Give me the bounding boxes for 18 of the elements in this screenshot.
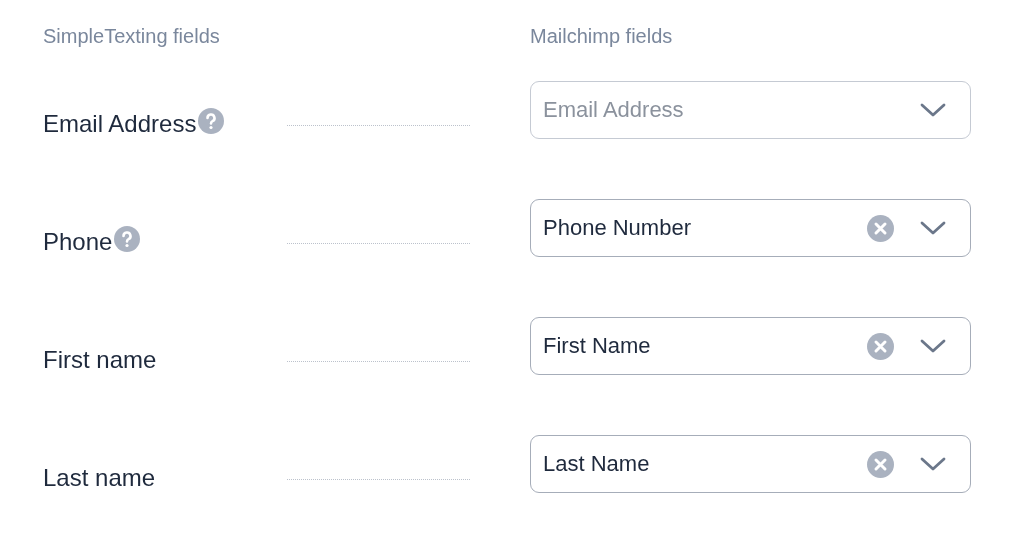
chevron-down-icon[interactable] — [920, 102, 946, 118]
field-label: Phone — [43, 228, 113, 256]
field-label: Email Address — [43, 110, 197, 138]
field-label: Last name — [43, 464, 156, 492]
chevron-down-icon[interactable] — [920, 456, 946, 472]
clear-icon[interactable] — [867, 450, 894, 478]
chevron-down-icon[interactable] — [920, 338, 946, 354]
help-icon[interactable] — [114, 226, 141, 252]
select-field[interactable]: First Name — [530, 317, 971, 375]
clear-icon[interactable] — [867, 332, 894, 360]
help-icon[interactable] — [198, 108, 225, 134]
select-field[interactable]: Last Name — [530, 435, 971, 493]
column-header: Mailchimp fields — [530, 24, 674, 49]
field-label: First name — [43, 346, 157, 374]
chevron-down-icon[interactable] — [920, 220, 946, 236]
column-header: SimpleTexting fields — [43, 24, 221, 49]
select-field[interactable]: Phone Number — [530, 199, 971, 257]
clear-icon[interactable] — [867, 214, 894, 242]
